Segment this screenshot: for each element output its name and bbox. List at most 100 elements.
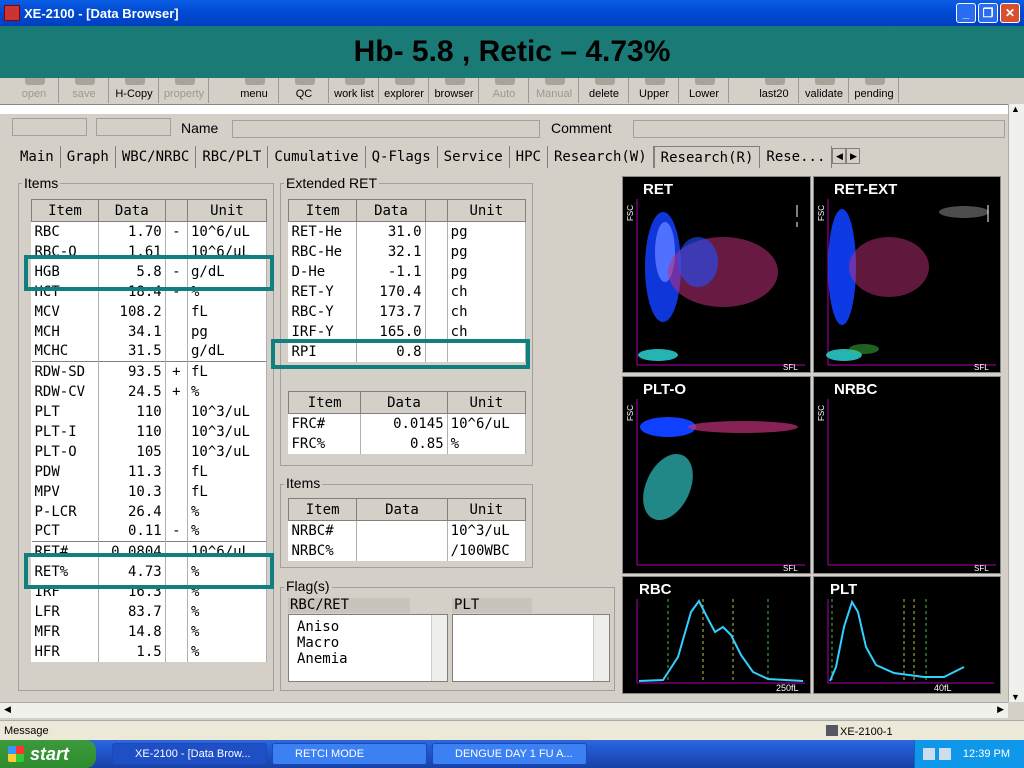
tab-main[interactable]: Main (14, 146, 61, 168)
start-button[interactable]: start (0, 740, 96, 768)
table-row[interactable]: PLT 110 10^3/uL (31, 401, 268, 422)
table-row[interactable]: LFR 83.7% (31, 601, 268, 622)
table-row[interactable]: RET-Y 170.4 ch (288, 281, 527, 302)
cell-item: RET-He (288, 221, 358, 242)
table-row[interactable]: PCT 0.11-% (31, 521, 268, 542)
cell-unit: pg (447, 221, 527, 242)
table-row[interactable]: MFR 14.8% (31, 621, 268, 642)
plt-o-scattergram[interactable]: PLT-O FSC SFL (622, 376, 811, 574)
toolbar-manual-button[interactable]: Manual (530, 78, 579, 103)
toolbar-qc-button[interactable]: QC (280, 78, 329, 103)
task-dengue[interactable]: DENGUE DAY 1 FU A... (432, 743, 587, 765)
scroll-up-icon[interactable]: ▲ (1011, 104, 1020, 114)
cell-flag: - (165, 521, 188, 542)
tab-cumulative[interactable]: Cumulative (268, 146, 366, 168)
tab-graph[interactable]: Graph (61, 146, 116, 168)
cell-flag: + (165, 361, 188, 382)
tab-research-r-[interactable]: Research(R) (653, 146, 761, 168)
ret-ext-scattergram[interactable]: RET-EXT FSC SFL (813, 176, 1001, 373)
table-row[interactable]: RBC-He 32.1 pg (288, 241, 527, 262)
close-button[interactable]: ✕ (1000, 3, 1020, 23)
restore-button[interactable]: ❐ (978, 3, 998, 23)
table-row[interactable]: MCHC 31.5 g/dL (31, 341, 268, 362)
plt-flag-list[interactable] (452, 614, 610, 682)
ret-ext-scatter-plot (826, 199, 996, 366)
table-row[interactable]: PLT-I 110 10^3/uL (31, 421, 268, 442)
plt-flag-list-scrollbar[interactable] (593, 615, 609, 681)
status-message: Message (4, 725, 49, 737)
toolbar-work-list-button[interactable]: work list (330, 78, 379, 103)
tab-research-w-[interactable]: Research(W) (548, 146, 654, 168)
horizontal-scrollbar[interactable]: ◀ ▶ (0, 702, 1008, 718)
table-row[interactable]: RBC 1.70-10^6/uL (31, 221, 268, 242)
cell-item: RBC-He (288, 241, 358, 262)
name-field[interactable] (232, 120, 540, 138)
minimize-button[interactable]: _ (956, 3, 976, 23)
toolbar-h-copy-button[interactable]: H-Copy (110, 78, 159, 103)
tab-service[interactable]: Service (438, 146, 510, 168)
toolbar-browser-button[interactable]: browser (430, 78, 479, 103)
table-row[interactable]: NRBC# 10^3/uL (288, 520, 527, 541)
toolbar-last20-button[interactable]: last20 (750, 78, 799, 103)
table-row[interactable]: MCV 108.2 fL (31, 301, 268, 322)
tab-scroll-left-icon[interactable]: ◀ (832, 148, 847, 164)
scroll-down-icon[interactable]: ▼ (1011, 692, 1020, 702)
toolbar-delete-button[interactable]: delete (580, 78, 629, 103)
table-row[interactable]: FRC% 0.85% (288, 433, 527, 454)
tab-rbc-plt[interactable]: RBC/PLT (196, 146, 269, 168)
table-row[interactable]: NRBC% /100WBC (288, 540, 527, 561)
table-row[interactable]: MCH 34.1 pg (31, 321, 268, 342)
plt-histogram[interactable]: PLT 40fL (813, 576, 1001, 694)
flag-cell (425, 241, 448, 262)
tab-scroll-right-icon[interactable]: ▶ (846, 148, 861, 164)
network-icon-2[interactable] (939, 748, 951, 760)
scroll-right-icon[interactable]: ▶ (997, 704, 1004, 715)
task-xe2100[interactable]: XE-2100 - [Data Brow... (112, 743, 267, 765)
toolbar-lower-button[interactable]: Lower (680, 78, 729, 103)
cell-flag (165, 501, 188, 522)
tab-q-flags[interactable]: Q-Flags (366, 146, 438, 168)
toolbar-pending-button[interactable]: pending (850, 78, 899, 103)
table-row[interactable]: D-He -1.1 pg (288, 261, 527, 282)
column-header: Unit (446, 498, 527, 521)
table-row[interactable]: RDW-SD 93.5 + fL (31, 361, 268, 382)
cell-item: MPV (31, 481, 99, 502)
property-icon (175, 78, 195, 85)
toolbar-explorer-button[interactable]: explorer (380, 78, 429, 103)
tab-wbc-nrbc[interactable]: WBC/NRBC (116, 146, 197, 168)
table-row[interactable]: PLT-O 105 10^3/uL (31, 441, 268, 462)
rbc-histogram[interactable]: RBC 250fL (622, 576, 811, 694)
scroll-left-icon[interactable]: ◀ (4, 704, 11, 715)
table-row[interactable]: P-LCR 26.4% (31, 501, 268, 522)
toolbar-auto-button[interactable]: Auto (480, 78, 529, 103)
flag-list-scrollbar[interactable] (431, 615, 447, 681)
table-row[interactable]: FRC# 0.0145 10^6/uL (288, 413, 527, 434)
task-retci-mode[interactable]: RETCI MODE (272, 743, 427, 765)
toolbar-validate-button[interactable]: validate (800, 78, 849, 103)
tab-hpc[interactable]: HPC (510, 146, 548, 168)
toolbar-property-button[interactable]: property (160, 78, 209, 103)
vertical-scrollbar[interactable]: ▲ ▼ (1008, 104, 1024, 702)
toolbar-save-button[interactable]: save (60, 78, 109, 103)
tab-rese-[interactable]: Rese... (760, 146, 833, 168)
rbc-ret-flag-list[interactable]: Aniso Macro Anemia (288, 614, 448, 682)
toolbar-open-button[interactable]: open (10, 78, 59, 103)
toolbar-upper-button[interactable]: Upper (630, 78, 679, 103)
comment-field[interactable] (633, 120, 1005, 138)
cell-item: MCV (31, 301, 99, 322)
table-row[interactable]: HFR 1.5% (31, 641, 268, 662)
table-row[interactable]: PDW 11.3 fL (31, 461, 268, 482)
ret-sfl-label: SFL (783, 363, 798, 372)
toolbar-menu-button[interactable]: menu (230, 78, 279, 103)
ret-scattergram[interactable]: RET FSC SFL (622, 176, 811, 373)
table-row[interactable]: RDW-CV 24.5 +% (31, 381, 268, 402)
table-row[interactable]: RET-He 31.0 pg (288, 221, 527, 242)
column-header: Data (360, 391, 448, 414)
table-row[interactable]: MPV 10.3 fL (31, 481, 268, 502)
qc-icon (295, 78, 315, 85)
cell-unit: 10^3/uL (447, 520, 527, 541)
nrbc-items-title: Items (284, 475, 323, 491)
nrbc-scattergram[interactable]: NRBC FSC SFL (813, 376, 1001, 574)
network-icon[interactable] (923, 748, 935, 760)
table-row[interactable]: RBC-Y 173.7 ch (288, 301, 527, 322)
